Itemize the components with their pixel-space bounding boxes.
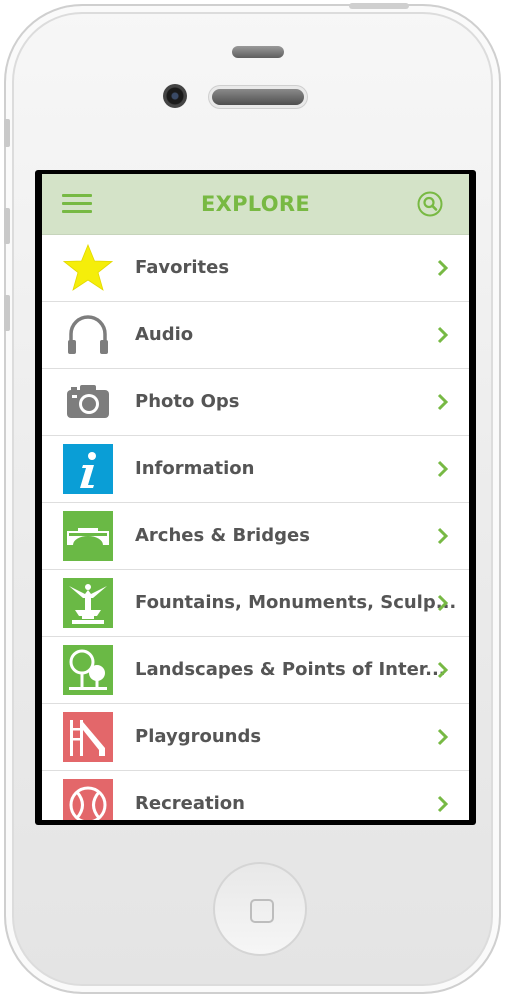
playground-slide-icon <box>63 712 113 762</box>
list-item-label: Information <box>135 458 255 479</box>
list-item-label: Fountains, Monuments, Sculp... <box>135 592 457 613</box>
list-item-label: Landscapes & Points of Inter... <box>135 659 446 680</box>
speaker-grille <box>212 89 304 105</box>
chevron-right-icon <box>437 460 449 478</box>
mute-switch <box>4 119 10 147</box>
volume-down-button <box>4 295 10 331</box>
home-button[interactable] <box>213 862 307 956</box>
top-bar: EXPLORE <box>42 174 469 235</box>
fountain-statue-icon <box>63 578 113 628</box>
bridge-icon <box>63 511 113 561</box>
chevron-right-icon <box>437 594 449 612</box>
earpiece <box>232 46 284 58</box>
list-item-audio[interactable]: Audio <box>42 302 469 369</box>
tree-icon <box>63 645 113 695</box>
list-item-label: Photo Ops <box>135 391 240 412</box>
list-item-favorites[interactable]: Favorites <box>42 235 469 302</box>
headphones-icon <box>68 315 108 354</box>
list-item-label: Arches & Bridges <box>135 525 310 546</box>
list-item-recreation[interactable]: Recreation <box>42 771 469 820</box>
list-item-label: Playgrounds <box>135 726 262 747</box>
app-viewport: EXPLORE Favorites Audio Photo Ops Inform… <box>42 174 469 820</box>
list-item-label: Recreation <box>135 793 245 814</box>
list-item-landscapes[interactable]: Landscapes & Points of Inter... <box>42 637 469 704</box>
list-item-arches-bridges[interactable]: Arches & Bridges <box>42 503 469 570</box>
explore-list: Favorites Audio Photo Ops Information Ar… <box>42 235 469 820</box>
phone-screen: EXPLORE Favorites Audio Photo Ops Inform… <box>35 170 476 825</box>
search-icon[interactable] <box>417 191 443 217</box>
chevron-right-icon <box>437 527 449 545</box>
list-item-label: Favorites <box>135 257 230 278</box>
list-item-photo-ops[interactable]: Photo Ops <box>42 369 469 436</box>
front-camera <box>163 84 187 108</box>
volume-up-button <box>4 208 10 244</box>
list-item-playgrounds[interactable]: Playgrounds <box>42 704 469 771</box>
chevron-right-icon <box>437 661 449 679</box>
chevron-right-icon <box>437 728 449 746</box>
chevron-right-icon <box>437 795 449 813</box>
home-square-icon <box>250 899 274 923</box>
list-item-label: Audio <box>135 324 194 345</box>
power-button <box>349 3 409 9</box>
page-title: EXPLORE <box>200 192 311 216</box>
ball-icon <box>63 779 113 820</box>
info-icon <box>63 444 113 494</box>
chevron-right-icon <box>437 393 449 411</box>
star-icon <box>63 243 113 291</box>
list-item-information[interactable]: Information <box>42 436 469 503</box>
camera-icon <box>67 385 109 418</box>
chevron-right-icon <box>437 259 449 277</box>
list-item-fountains-monuments[interactable]: Fountains, Monuments, Sculp... <box>42 570 469 637</box>
chevron-right-icon <box>437 326 449 344</box>
